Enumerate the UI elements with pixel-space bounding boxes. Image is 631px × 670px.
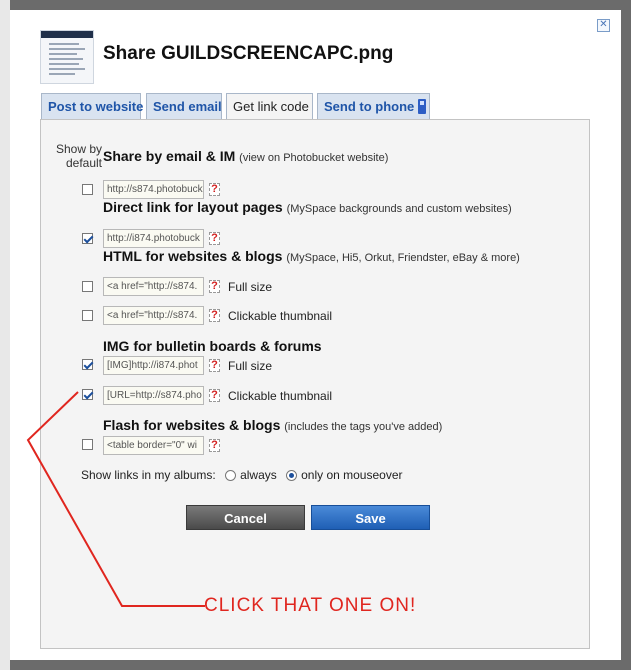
link-code-field[interactable]: http://s874.photobuck [103, 180, 204, 199]
show-by-default-checkbox[interactable] [82, 389, 93, 400]
tab-send-email[interactable]: Send email [146, 93, 222, 119]
section-title: Flash for websites & blogs [103, 417, 281, 433]
field-label: Full size [228, 359, 273, 373]
section-share-email-im: Share by email & IM (view on Photobucket… [103, 148, 388, 164]
field-label: Full size [228, 280, 273, 294]
image-thumbnail [40, 30, 94, 84]
tab-send-to-phone[interactable]: Send to phone [317, 93, 430, 119]
link-code-field[interactable]: <a href="http://s874. [103, 277, 204, 296]
tab-label: Send email [153, 99, 222, 114]
radio-label: only on mouseover [301, 468, 403, 482]
help-icon[interactable]: ? [209, 232, 220, 245]
radio-label: always [240, 468, 277, 482]
section-html: HTML for websites & blogs (MySpace, Hi5,… [103, 248, 520, 264]
show-by-default-checkbox[interactable] [82, 310, 93, 321]
show-links-option: Show links in my albums: always only on … [81, 468, 402, 482]
close-icon[interactable]: ✕ [597, 19, 610, 32]
show-by-default-checkbox[interactable] [82, 439, 93, 450]
share-dialog: ✕ Share GUILDSCREENCAPC.png Post to webs… [10, 10, 621, 660]
radio-only-on-mouseover[interactable] [286, 470, 298, 481]
section-title: IMG for bulletin boards & forums [103, 338, 322, 354]
section-flash: Flash for websites & blogs (includes the… [103, 417, 442, 433]
section-note: (view on Photobucket website) [239, 152, 389, 164]
section-title: Direct link for layout pages [103, 199, 283, 215]
link-code-field[interactable]: <table border="0" wi [103, 436, 204, 455]
help-icon[interactable]: ? [209, 183, 220, 196]
section-img: IMG for bulletin boards & forums [103, 338, 322, 354]
annotation-text: CLICK THAT ONE ON! [204, 595, 417, 616]
phone-icon [418, 99, 427, 114]
cancel-button[interactable]: Cancel [186, 505, 305, 530]
help-icon[interactable]: ? [209, 280, 220, 293]
section-note: (MySpace, Hi5, Orkut, Friendster, eBay &… [286, 252, 520, 264]
tab-label: Get link code [233, 99, 309, 114]
field-label: Clickable thumbnail [228, 389, 333, 403]
save-button[interactable]: Save [311, 505, 430, 530]
section-note: (includes the tags you've added) [284, 421, 443, 433]
link-code-panel: Show by default Share by email & IM (vie… [40, 119, 590, 649]
help-icon[interactable]: ? [209, 359, 220, 372]
section-title: Share by email & IM [103, 148, 236, 164]
tab-label: Post to website [48, 99, 144, 114]
radio-always[interactable] [225, 470, 237, 481]
show-by-default-checkbox[interactable] [82, 233, 93, 244]
field-label: Clickable thumbnail [228, 309, 333, 323]
section-note: (MySpace backgrounds and custom websites… [286, 203, 512, 215]
show-by-default-checkbox[interactable] [82, 184, 93, 195]
show-links-label: Show links in my albums: [81, 468, 216, 482]
tab-get-link-code[interactable]: Get link code [226, 93, 313, 121]
help-icon[interactable]: ? [209, 439, 220, 452]
show-by-default-checkbox[interactable] [82, 281, 93, 292]
link-code-field[interactable]: [URL=http://s874.pho [103, 386, 204, 405]
help-icon[interactable]: ? [209, 389, 220, 402]
show-by-default-checkbox[interactable] [82, 359, 93, 370]
link-code-field[interactable]: <a href="http://s874. [103, 306, 204, 325]
dialog-title: Share GUILDSCREENCAPC.png [103, 43, 394, 64]
show-by-default-label: Show by default [55, 142, 102, 170]
section-direct-link: Direct link for layout pages (MySpace ba… [103, 199, 512, 215]
help-icon[interactable]: ? [209, 309, 220, 322]
tab-post-to-website[interactable]: Post to website [41, 93, 144, 119]
section-title: HTML for websites & blogs [103, 248, 283, 264]
link-code-field[interactable]: [IMG]http://i874.phot [103, 356, 204, 375]
link-code-field[interactable]: http://i874.photobuck [103, 229, 204, 248]
tab-label: Send to phone [324, 99, 415, 114]
background-page [0, 0, 10, 670]
